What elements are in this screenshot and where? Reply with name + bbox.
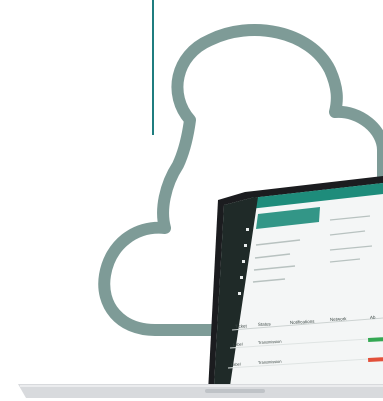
row-1-status [368,337,383,342]
toolbar-item-5: Ab [370,315,376,320]
sidebar-dot-5 [238,292,241,295]
toolbar-item-1: Ticket [235,323,248,329]
sidebar-dot-1 [246,228,249,231]
sidebar-dot-4 [240,276,243,279]
sidebar-dot-2 [244,244,247,247]
row-1-col1: Label [233,341,243,347]
toolbar-item-2: Status [258,321,272,327]
sidebar-dot-3 [242,260,245,263]
illustration-stage: Ticket Status Notifications Network Ab L… [0,0,383,401]
row-2-status [368,357,383,362]
row-2-col1: Label [231,361,241,367]
toolbar-item-4: Network [330,316,347,322]
laptop-hinge [205,389,265,393]
laptop-icon: Ticket Status Notifications Network Ab L… [208,176,383,392]
cloud-laptop-illustration: Ticket Status Notifications Network Ab L… [18,0,383,398]
